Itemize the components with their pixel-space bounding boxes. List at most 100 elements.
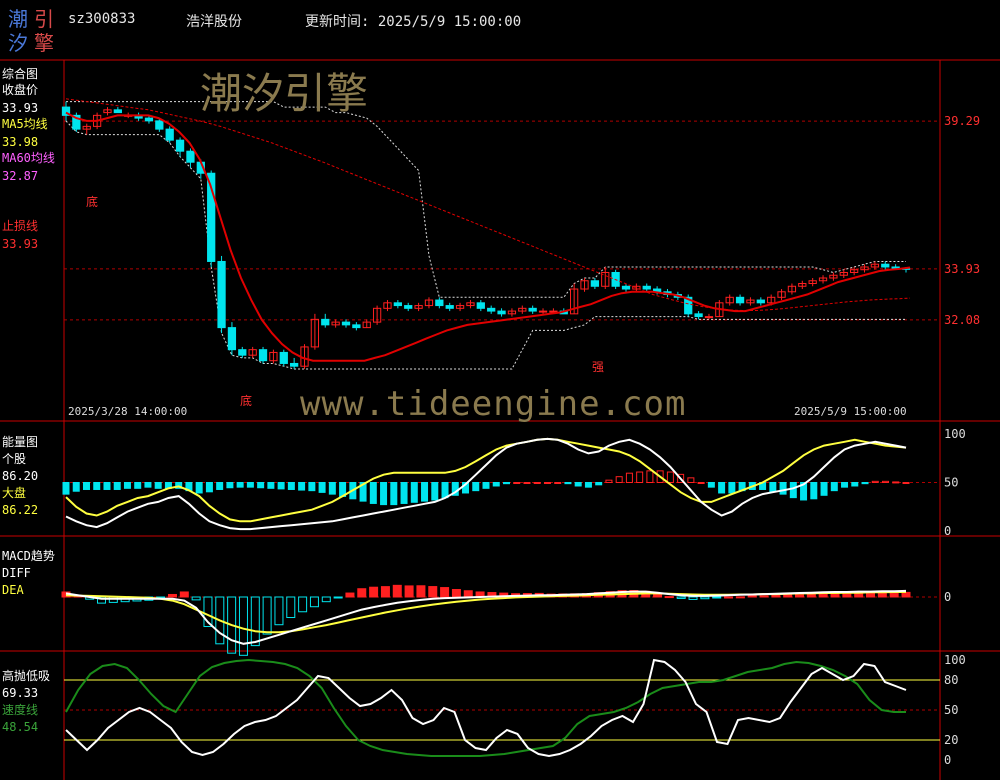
energy-bar [502, 482, 510, 485]
candle-body [341, 321, 351, 326]
candle-body [881, 263, 890, 268]
energy-market-line [65, 437, 907, 523]
ma60-label: MA60均线 [2, 151, 55, 165]
speed-line-label: 速度线 [2, 703, 39, 717]
macd-bar [664, 596, 674, 599]
macd-bar [404, 585, 414, 598]
macd-bar [357, 588, 367, 598]
energy-bar [62, 482, 70, 495]
energy-bar [390, 482, 398, 506]
macd-bar [298, 596, 308, 613]
macd-diff-label: DIFF [2, 566, 31, 580]
macd-bar [286, 596, 296, 619]
macd-bar [345, 592, 355, 598]
candle-body [528, 307, 537, 312]
price-tick-label: 33.93 [944, 262, 980, 276]
energy-bar [308, 482, 316, 492]
energy-bar [103, 482, 111, 490]
energy-bar [523, 482, 531, 484]
energy-bar [318, 482, 326, 493]
energy-bar [380, 482, 388, 506]
energy-bar [789, 482, 797, 499]
upper-band-line [66, 101, 906, 298]
energy-bar [841, 482, 849, 488]
energy-stock-value: 86.20 [2, 469, 39, 483]
energy-bar [543, 482, 551, 484]
macd-bar [735, 596, 745, 599]
macd-bar [262, 596, 272, 635]
energy-bar [584, 482, 592, 488]
macd-bar [309, 596, 319, 608]
energy-bar [533, 482, 541, 484]
macd-dea-label: DEA [2, 583, 24, 597]
energy-bar [851, 482, 859, 487]
macd-bar [712, 596, 722, 599]
energy-bar [636, 471, 644, 483]
macd-bar [783, 594, 793, 598]
energy-bar [236, 482, 244, 488]
bottom-mark-2: 底 [240, 394, 253, 408]
macd-bar [451, 589, 461, 598]
macd-bar [238, 596, 248, 656]
macd-tick-label: 0 [944, 590, 951, 604]
macd-panel-title: MACD趋势 [2, 549, 55, 563]
date-start: 2025/3/28 14:00:00 [68, 405, 188, 418]
price-tick-label: 32.08 [944, 313, 980, 327]
energy-bar [113, 482, 121, 490]
candle-body [497, 310, 506, 315]
hilo-tick-label: 20 [944, 733, 958, 747]
macd-bar [818, 593, 828, 598]
energy-bar [123, 482, 131, 489]
candle-body [435, 299, 444, 307]
energy-market-value: 86.22 [2, 503, 39, 517]
energy-bar [205, 482, 213, 493]
candle-body [352, 324, 361, 329]
stop-loss-value: 33.93 [2, 237, 39, 251]
energy-bar [861, 482, 869, 485]
energy-bar [769, 482, 777, 493]
energy-bar [257, 482, 265, 489]
candle-body [217, 260, 226, 329]
energy-bar [574, 482, 582, 487]
energy-bar [287, 482, 295, 490]
candle-body [735, 296, 745, 304]
candle-body [590, 280, 600, 287]
macd-bar [250, 596, 260, 647]
energy-bar [328, 482, 336, 495]
macd-bar [440, 587, 450, 598]
hilo-panel-title: 高抛低吸 [2, 669, 51, 683]
hilo-line [65, 658, 907, 758]
energy-bar [666, 471, 674, 483]
macd-bar [866, 592, 876, 598]
date-end: 2025/5/9 15:00:00 [794, 405, 907, 418]
close-value: 33.93 [2, 101, 39, 115]
candle-body [404, 305, 413, 309]
macd-bar [369, 586, 379, 598]
energy-bar [441, 482, 449, 499]
energy-stock-label: 个股 [2, 452, 27, 466]
energy-tick-label: 50 [944, 476, 958, 490]
energy-bar [882, 480, 890, 483]
candle-body [642, 285, 651, 290]
candle-body [549, 310, 558, 313]
energy-bar [82, 482, 90, 490]
ma5-value: 33.98 [2, 135, 39, 149]
macd-bar [321, 596, 331, 603]
energy-bar [707, 482, 715, 488]
stop-loss-label: 止损线 [2, 219, 39, 233]
macd-bar [700, 596, 710, 600]
candle-body [258, 349, 268, 362]
macd-bar [747, 595, 757, 598]
macd-bar [901, 591, 911, 598]
candle-body [175, 139, 185, 152]
energy-bar [605, 479, 613, 483]
candle-body [290, 362, 299, 367]
speed-line [65, 658, 906, 757]
energy-bar [718, 482, 726, 494]
candle-body [238, 349, 247, 356]
energy-tick-label: 100 [944, 427, 966, 441]
macd-bar [463, 590, 473, 598]
energy-bar [472, 482, 480, 492]
close-label: 收盘价 [2, 83, 39, 97]
energy-bar [93, 482, 101, 490]
